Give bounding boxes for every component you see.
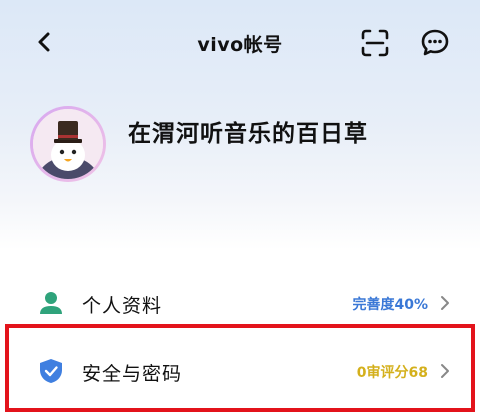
completion-status: 完善度40%: [352, 297, 428, 313]
header-bar: vivo帐号: [0, 18, 480, 66]
menu-item-label: 个人资料: [82, 295, 163, 317]
nickname: 在渭河听音乐的百日草: [128, 121, 368, 147]
menu-item-security-password[interactable]: 安全与密码 0审评分68: [0, 338, 480, 404]
menu-item-personal-info[interactable]: 个人资料 完善度40%: [0, 270, 480, 336]
chat-bubble-icon: [421, 29, 449, 56]
chevron-right-icon: [441, 296, 449, 310]
chevron-right-icon: [441, 364, 449, 378]
person-icon: [40, 292, 62, 314]
shield-check-icon: [40, 359, 62, 383]
avatar[interactable]: [30, 106, 106, 182]
profile-card: 在渭河听音乐的百日草: [30, 98, 450, 188]
security-score: 0审评分68: [356, 365, 428, 381]
avatar-top-hat-character: [33, 109, 103, 179]
page-title: vivo帐号: [197, 34, 283, 56]
scan-button[interactable]: [358, 26, 392, 60]
scan-icon: [361, 29, 389, 57]
menu-item-label: 安全与密码: [82, 363, 183, 385]
message-button[interactable]: [418, 26, 452, 60]
